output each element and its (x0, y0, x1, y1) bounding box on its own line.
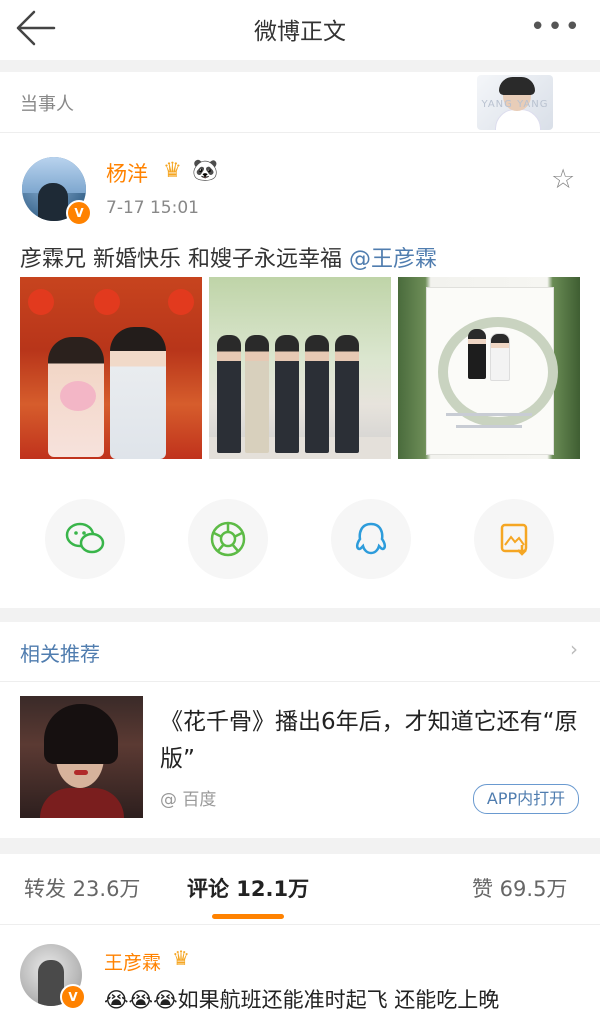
open-in-app-button[interactable]: APP内打开 (473, 784, 579, 814)
share-moments-button[interactable] (188, 499, 268, 579)
divider (0, 838, 600, 854)
party-label: 当事人 (20, 94, 74, 115)
moments-icon (210, 521, 246, 557)
verified-badge-icon: V (66, 200, 92, 226)
tab-repost[interactable]: 转发 23.6万 (24, 873, 140, 903)
qq-icon (355, 522, 387, 555)
more-options-button[interactable]: ••• (530, 12, 582, 42)
share-wechat-button[interactable] (45, 499, 125, 579)
divider (0, 60, 600, 72)
divider (0, 924, 600, 925)
chevron-right-icon[interactable]: › (570, 637, 578, 661)
post-text: 彦霖兄 新婚快乐 和嫂子永远幸福 @王彦霖 (20, 241, 437, 273)
verified-badge-icon: V (60, 984, 86, 1010)
commenter-name[interactable]: 王彦霖 (104, 948, 161, 975)
related-heading: 相关推荐 (20, 642, 100, 666)
crown-icon: ♛ (172, 946, 190, 970)
comment-text: 😭😭😭如果航班还能准时起飞 还能吃上晚 (104, 988, 500, 1012)
page-title: 微博正文 (254, 19, 346, 45)
wechat-icon (65, 522, 105, 554)
party-bar[interactable]: 当事人 YANG YANG (0, 72, 600, 133)
panda-icon: 🐼 (192, 158, 219, 182)
post-photo-3[interactable] (398, 277, 580, 459)
tab-indicator (212, 914, 284, 919)
divider (0, 681, 600, 682)
related-source: @ 百度 (160, 790, 217, 810)
post-time: 7-17 15:01 (106, 198, 199, 218)
author-name[interactable]: 杨洋 (106, 158, 148, 188)
party-avatar[interactable]: YANG YANG (477, 75, 553, 130)
share-qq-button[interactable] (331, 499, 411, 579)
post-body: 彦霖兄 新婚快乐 和嫂子永远幸福 (20, 247, 349, 272)
watermark: YANG YANG (481, 99, 549, 110)
save-image-button[interactable] (474, 499, 554, 579)
tab-comment[interactable]: 评论 12.1万 (187, 873, 309, 903)
favorite-star-icon[interactable]: ☆ (551, 164, 575, 195)
tab-like[interactable]: 赞 69.5万 (472, 873, 567, 903)
related-item-title[interactable]: 《花千骨》播出6年后，才知道它还有“原版” (160, 704, 580, 778)
save-image-icon (500, 523, 528, 556)
mention-link[interactable]: @王彦霖 (349, 247, 437, 272)
top-bar: 微博正文 ••• (0, 0, 600, 58)
post-photo-2[interactable] (209, 277, 391, 459)
post-photo-1[interactable] (20, 277, 202, 459)
divider (0, 608, 600, 622)
crown-icon: ♛ (163, 158, 182, 182)
related-thumbnail[interactable] (20, 696, 143, 818)
